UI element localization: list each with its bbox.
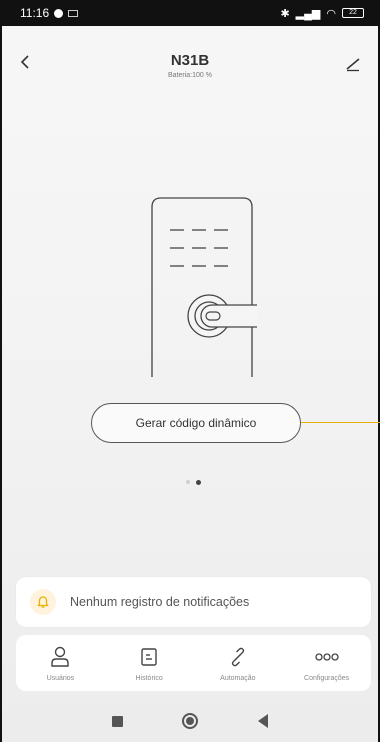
notification-text: Nenhum registro de notificações [70,595,250,609]
pager-dot-active [196,480,201,485]
nav-label-settings: Configurações [304,674,350,682]
home-icon [186,717,195,725]
nav-item-users[interactable]: Usuários [20,645,100,682]
bottom-nav: Usuários Histórico Automação Configuraçõ… [16,635,371,691]
callout-line [301,422,380,424]
page-title: N31B [170,52,210,69]
history-icon [140,645,158,669]
nav-item-settings[interactable]: Configurações [287,645,367,682]
status-bar: 11:16 ✱ ▂▄▆ ◠ 22 [2,0,378,26]
notification-dot-icon [54,8,64,18]
app-screen: 11:16 ✱ ▂▄▆ ◠ 22 N31B Bateria:100 % Gera… [0,0,380,742]
pager-dot [186,480,190,484]
recent-apps-button[interactable] [111,715,123,727]
bell-icon [30,589,56,615]
link-icon [228,645,248,669]
mail-icon [68,9,79,17]
wifi-icon: ◠ [326,7,336,20]
more-icon [314,645,339,669]
system-back-button[interactable] [258,714,269,728]
status-time: 11:16 [20,6,50,20]
generate-dynamic-code-button[interactable]: Gerar código dinâmico [91,403,301,443]
pencil-icon [346,58,360,72]
battery-icon: 22 [342,8,364,18]
user-icon [50,645,70,669]
notification-card[interactable]: Nenhum registro de notificações [16,577,371,627]
signal-icon: ▂▄▆ [295,7,321,20]
nav-label-automation: Automação [220,674,256,682]
bluetooth-icon: ✱ [280,7,290,20]
status-right: ✱ ▂▄▆ ◠ 22 [280,7,364,20]
page-indicator [186,480,201,485]
home-button[interactable] [182,713,199,729]
door-lock-illustration [151,197,257,377]
nav-label-history: Histórico [135,674,163,682]
system-nav-bar [2,700,378,742]
header: N31B Bateria:100 % [2,26,378,88]
nav-item-automation[interactable]: Automação [198,645,278,682]
nav-label-users: Usuários [46,674,75,682]
status-left: 11:16 [20,6,79,20]
battery-status: Bateria:100 % [168,72,212,79]
nav-item-history[interactable]: Histórico [109,645,189,682]
edit-button[interactable] [344,54,362,72]
